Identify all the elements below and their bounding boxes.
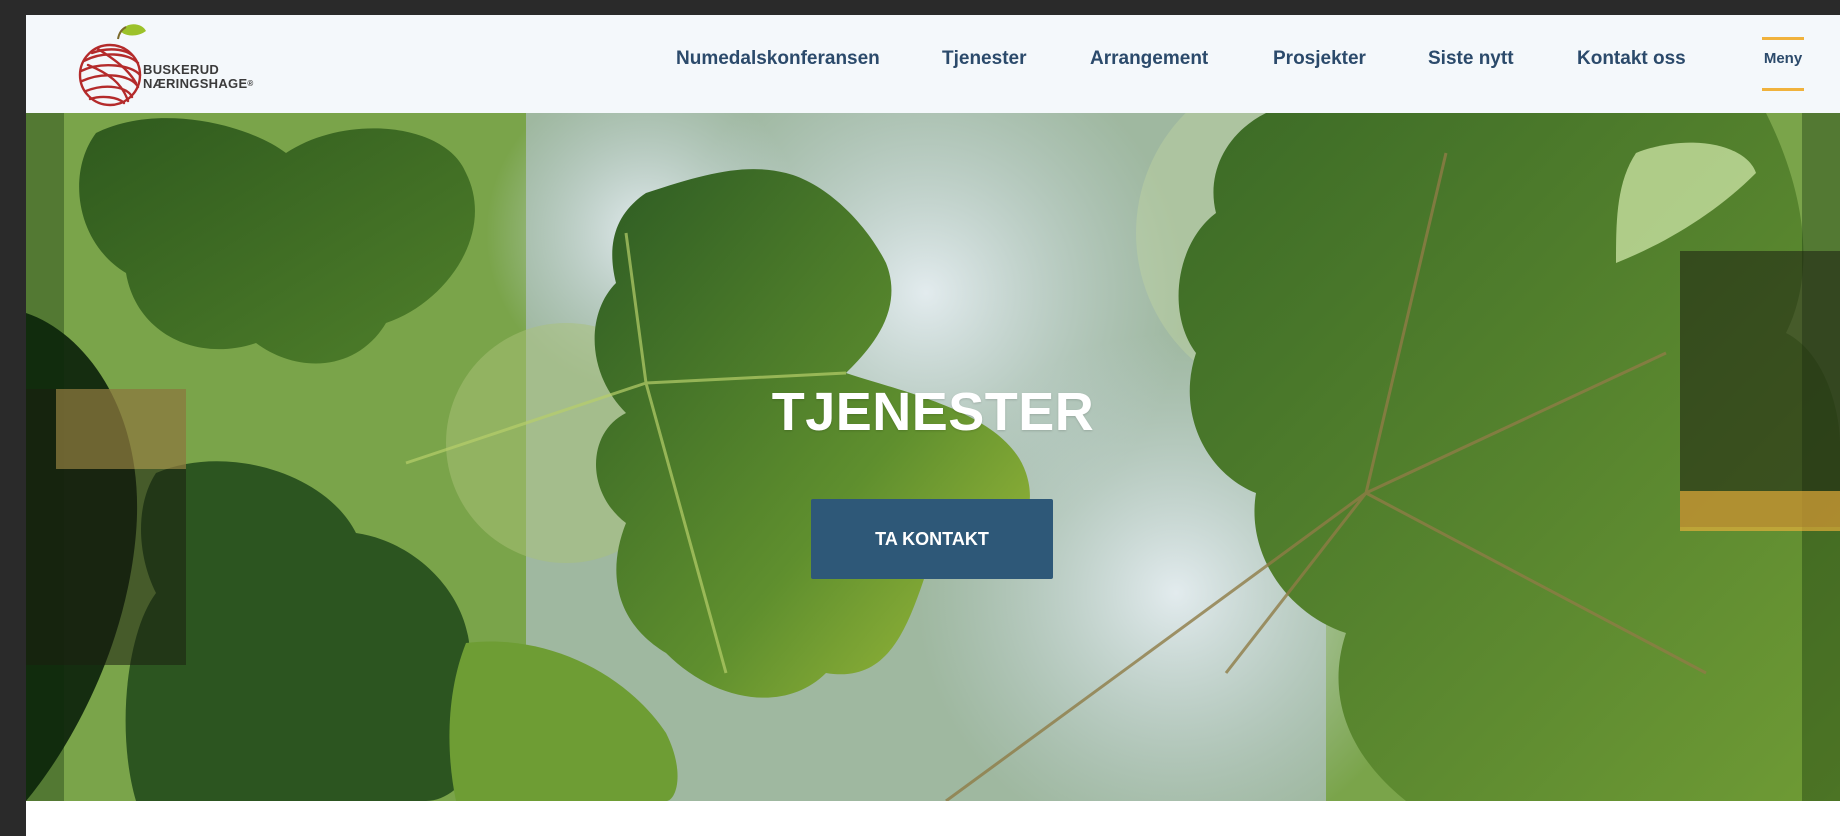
nav-item-kontakt-oss[interactable]: Kontakt oss [1577,48,1686,70]
site-header: BUSKERUD NÆRINGSHAGE® Numedalskonferanse… [26,15,1840,113]
nav-item-siste-nytt[interactable]: Siste nytt [1428,48,1514,70]
nav-item-prosjekter[interactable]: Prosjekter [1273,48,1366,70]
menu-label: Meny [1763,50,1803,67]
browser-viewport: BUSKERUD NÆRINGSHAGE® Numedalskonferanse… [26,15,1840,836]
nav-item-tjenester[interactable]: Tjenester [942,48,1026,70]
brand-wordmark: BUSKERUD NÆRINGSHAGE® [143,63,254,91]
nav-item-arrangement[interactable]: Arrangement [1090,48,1208,70]
contact-cta-button[interactable]: TA KONTAKT [811,499,1053,579]
brand-line1: BUSKERUD [143,62,220,77]
brand-registered-mark: ® [247,79,254,88]
brand-line2: NÆRINGSHAGE [143,76,248,91]
hero-leaves-image [26,113,1840,801]
menu-button[interactable]: Meny [1760,37,1806,93]
nav-item-numedalskonferansen[interactable]: Numedalskonferansen [676,48,880,70]
menu-bottom-bar [1762,88,1804,91]
menu-top-bar [1762,37,1804,40]
hero-title: TJENESTER [771,382,1095,442]
content-area [26,801,1840,836]
hero-banner: TJENESTER TA KONTAKT [26,113,1840,801]
